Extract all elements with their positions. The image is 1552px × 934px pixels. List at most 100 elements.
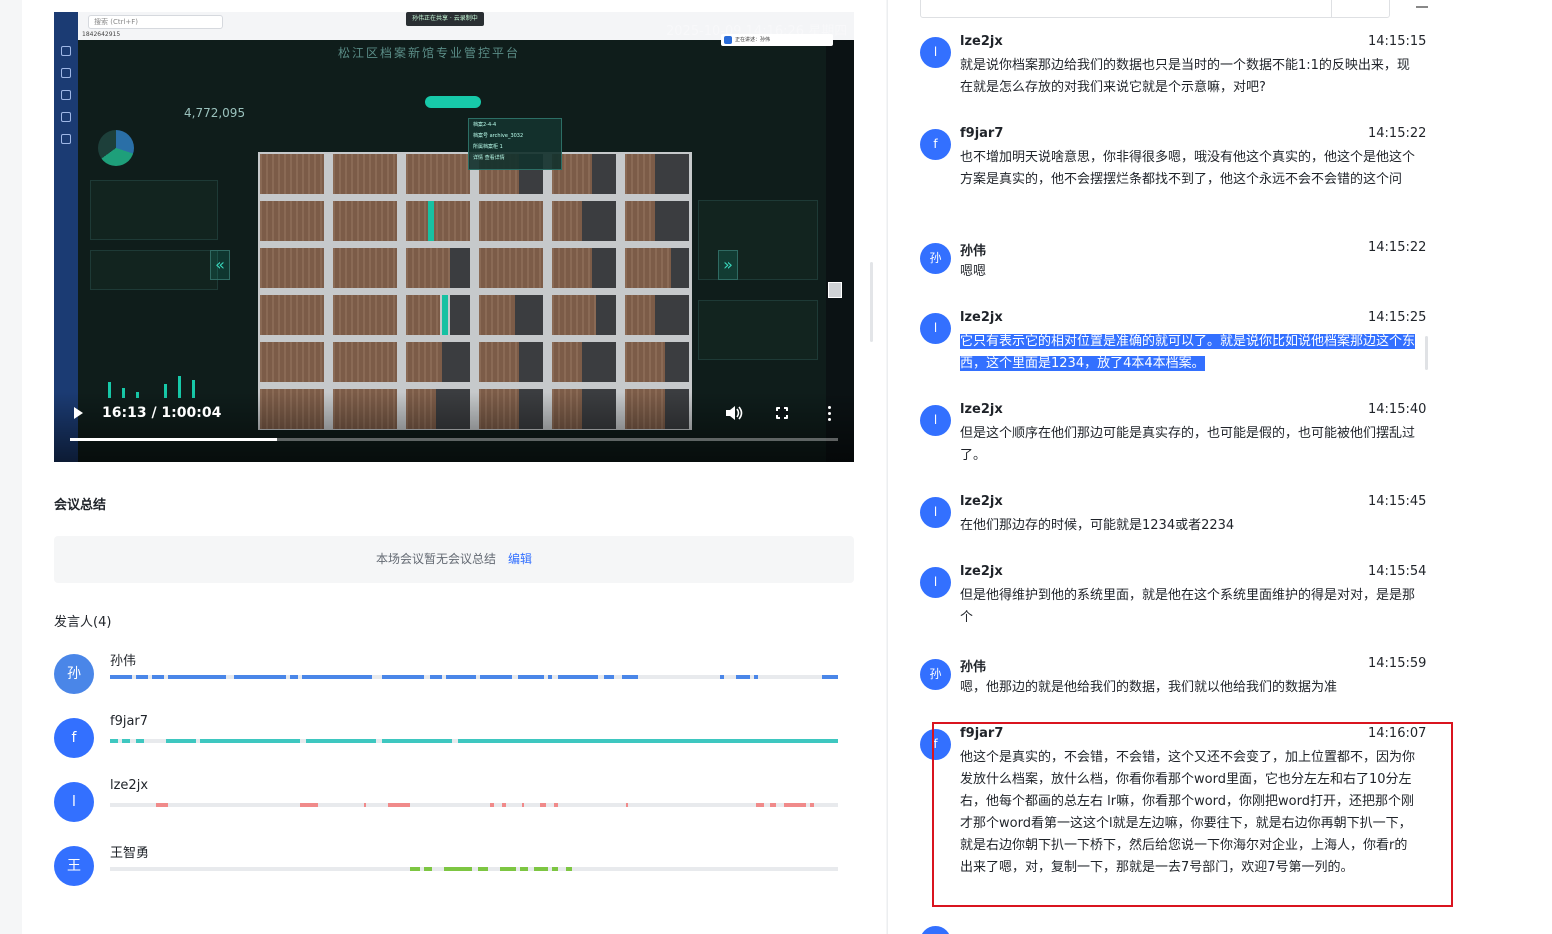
shelf-cell	[258, 340, 326, 384]
avatar: 孙	[920, 659, 951, 690]
speaker-name: lze2jx	[110, 778, 149, 793]
message-author: 孙伟	[960, 660, 987, 675]
avatar: l	[54, 782, 94, 822]
shared-search-input: 搜索 (Ctrl+F)	[88, 15, 223, 29]
shelf-cell	[550, 293, 618, 337]
transcript-search-input[interactable]	[920, 0, 1390, 18]
message-text: 但是这个顺序在他们那边可能是真实存的，也可能是假的，也可能被他们摆乱过了。	[960, 426, 1416, 463]
chat-icon	[61, 46, 71, 56]
more-options-icon[interactable]	[828, 406, 832, 422]
avatar: 王	[54, 846, 94, 886]
message-text: 但是他得维护到他的系统里面，就是他在这个系统里面维护的得是对对，是是那个	[960, 588, 1416, 625]
shelf-cell	[404, 152, 472, 196]
avatar: f	[54, 718, 94, 758]
archive-shelf-grid	[258, 152, 692, 430]
archive-info-popup: 档案2-4-4 档案号 archive_3032 所属档案柜 1 详情 查看详情	[468, 118, 562, 170]
volume-icon[interactable]	[725, 405, 743, 421]
message-author: 孙伟	[960, 244, 987, 259]
sharing-status-badge: 孙伟正在共享 · 云录制中	[406, 12, 484, 26]
popup-line: 详情 查看详情	[473, 155, 505, 161]
meeting-detail-panel: 搜索 (Ctrl+F) 1842642915 孙伟正在共享 · 云录制中 松江区…	[22, 0, 886, 934]
shelf-cell	[477, 246, 545, 290]
docs-icon	[61, 68, 71, 78]
avatar: l	[920, 567, 951, 598]
avatar: f	[920, 129, 951, 160]
transcript-scrollbar[interactable]	[1425, 336, 1428, 370]
page-margin-right	[1462, 0, 1552, 934]
message-time: 14:15:15	[1368, 34, 1427, 49]
shelf-cell	[331, 152, 399, 196]
fullscreen-icon[interactable]	[775, 406, 789, 420]
speaker-row[interactable]: 王 王智勇	[54, 846, 854, 890]
shared-phone-text: 1842642915	[82, 31, 121, 38]
shelf-cell	[550, 340, 618, 384]
shelf-cell	[477, 340, 545, 384]
shelf-cell	[404, 340, 472, 384]
shelf-cell	[623, 246, 691, 290]
message-time: 14:15:59	[1368, 656, 1427, 671]
shelf-cell	[258, 293, 326, 337]
chevron-left-icon: «	[210, 250, 230, 280]
shelf-cell	[331, 246, 399, 290]
shelf-cell-highlight	[404, 293, 472, 337]
popup-line: 档案号 archive_3032	[473, 133, 524, 139]
transcript-panel: l lze2jx 14:15:15 就是说你档案那边给我们的数据也只是当时的一个…	[887, 0, 1462, 934]
shelf-cell	[623, 293, 691, 337]
speaker-name: f9jar7	[110, 714, 149, 729]
speaker-row[interactable]: l lze2jx	[54, 778, 854, 826]
message-text: 在他们那边存的时候，可能就是1234或者2234	[960, 518, 1235, 533]
shelf-cell	[623, 152, 691, 196]
avatar: l	[920, 313, 951, 344]
message-text-selected: 它只有表示它的相对位置是准确的就可以了。就是说你比如说他档案那边这个东西，这个里…	[960, 331, 1416, 375]
message-author: lze2jx	[960, 34, 1003, 49]
message-text: 嗯嗯	[960, 264, 987, 279]
message-time: 14:15:40	[1368, 402, 1427, 417]
avatar	[920, 926, 951, 934]
speaker-timeline[interactable]	[110, 675, 838, 679]
shelf-cell	[331, 293, 399, 337]
shared-pie-chart	[98, 130, 134, 166]
message-author: lze2jx	[960, 310, 1003, 325]
menu-icon[interactable]	[1416, 0, 1428, 8]
edit-summary-link[interactable]: 编辑	[508, 552, 532, 566]
chevron-right-icon: »	[718, 250, 738, 280]
recording-status-text: 云录制中	[453, 15, 478, 22]
message-author: lze2jx	[960, 494, 1003, 509]
video-progress-fill	[70, 438, 278, 441]
search-divider	[1331, 0, 1332, 17]
message-author: lze2jx	[960, 402, 1003, 417]
message-text: 嗯，他那边的就是他给我们的数据，我们就以他给我们的数据为准	[960, 680, 1338, 695]
video-controls-overlay	[54, 392, 854, 462]
left-scrollbar[interactable]	[870, 262, 873, 342]
speakers-title: 发言人(4)	[54, 615, 112, 630]
avatar: l	[920, 497, 951, 528]
meeting-icon	[61, 112, 71, 122]
message-text: 就是说你档案那边给我们的数据也只是当时的一个数据不能1:1的反映出来，现在就是怎…	[960, 58, 1410, 95]
speaker-name: 孙伟	[110, 654, 137, 669]
summary-empty-text: 本场会议暂无会议总结	[375, 552, 496, 566]
speaker-row[interactable]: 孙 孙伟	[54, 654, 854, 698]
speaker-row[interactable]: f f9jar7	[54, 714, 854, 762]
shared-total-number: 4,772,095	[184, 106, 246, 120]
popup-title: 档案2-4-4	[473, 122, 497, 128]
workspace-icon	[61, 90, 71, 100]
play-icon[interactable]	[74, 407, 83, 419]
speaker-timeline[interactable]	[110, 739, 838, 743]
speaker-timeline[interactable]	[110, 803, 838, 807]
message-time: 14:15:54	[1368, 564, 1427, 579]
shelf-cell	[258, 246, 326, 290]
speaker-timeline[interactable]	[110, 867, 838, 871]
shared-safety-panel	[698, 200, 818, 280]
shelf-cell-highlight	[404, 199, 472, 243]
video-progress-bar[interactable]	[70, 438, 838, 441]
shelf-cell	[258, 199, 326, 243]
more-apps-icon	[61, 134, 71, 144]
video-player[interactable]: 搜索 (Ctrl+F) 1842642915 孙伟正在共享 · 云录制中 松江区…	[54, 12, 854, 462]
message-author: f9jar7	[960, 126, 1004, 141]
popup-line: 所属档案柜 1	[473, 144, 503, 150]
sharing-indicator: 正在讲述：孙伟	[721, 34, 833, 46]
message-text: 也不增加明天说啥意思，你非得很多嗯，哦没有他这个真实的，他这个是他这个方案是真实…	[960, 150, 1416, 187]
shelf-cell	[404, 246, 472, 290]
shelf-cell	[258, 152, 326, 196]
shelf-cell	[550, 199, 618, 243]
